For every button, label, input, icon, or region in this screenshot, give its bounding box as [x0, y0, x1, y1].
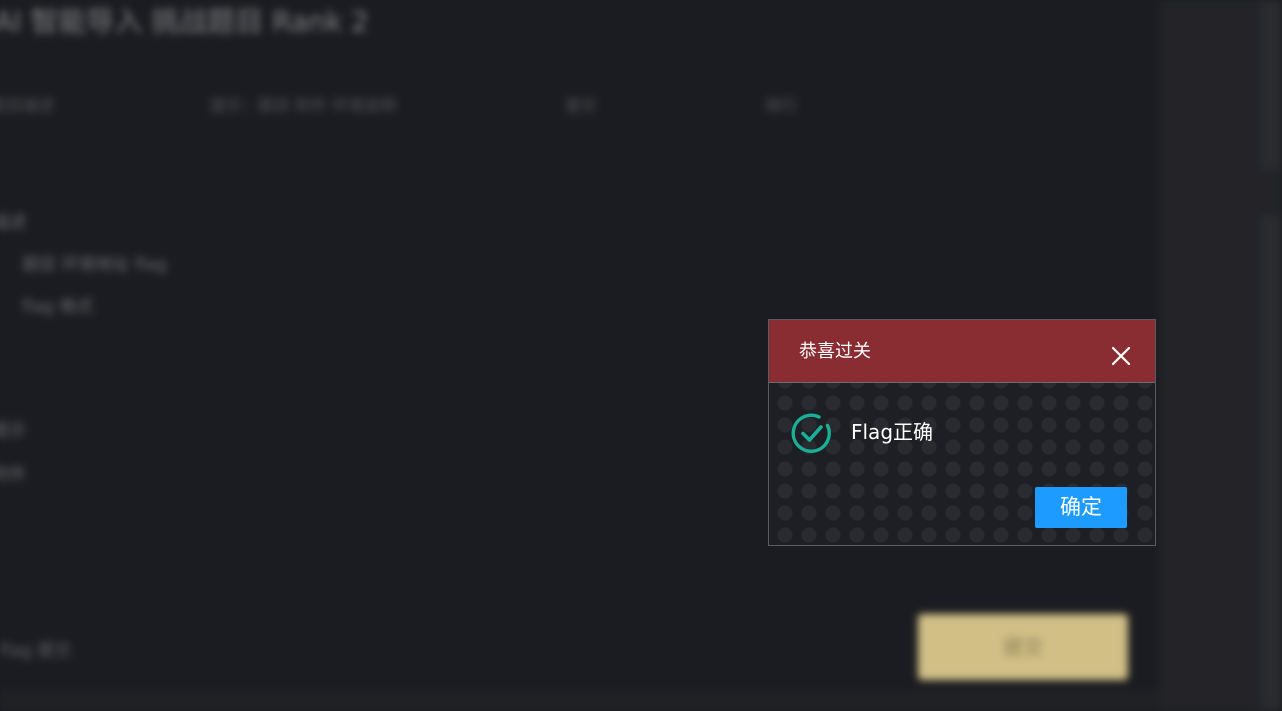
dialog-header: 恭喜过关 [769, 320, 1155, 383]
success-dialog: 恭喜过关 Flag正确 确定 [768, 319, 1156, 546]
dialog-body: Flag正确 确定 [769, 383, 1155, 545]
confirm-button[interactable]: 确定 [1035, 487, 1127, 528]
check-circle-icon [790, 411, 834, 455]
dialog-message: Flag正确 [851, 420, 934, 444]
close-icon[interactable] [1109, 344, 1133, 368]
dialog-title: 恭喜过关 [799, 341, 871, 362]
